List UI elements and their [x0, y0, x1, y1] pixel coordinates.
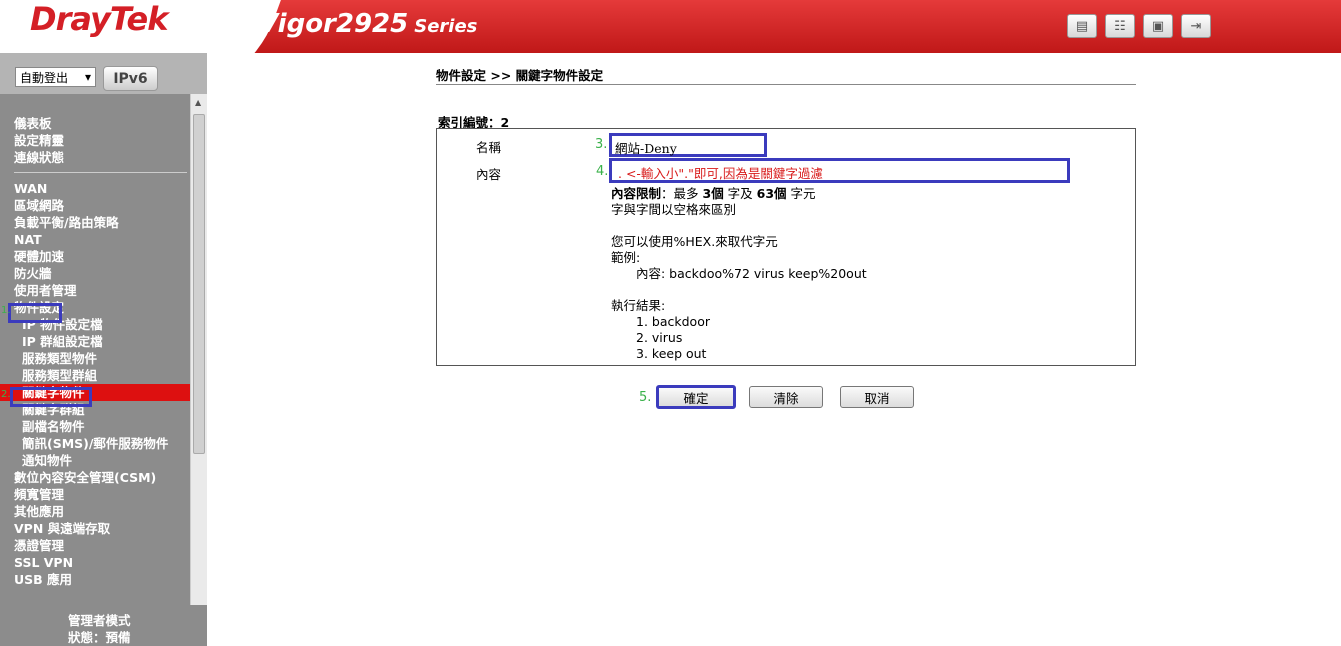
- content-label: 內容: [476, 167, 502, 182]
- step-4-label: 4.: [596, 164, 609, 179]
- product-series: Series: [414, 16, 478, 37]
- auto-logout-value: 自動登出: [20, 70, 69, 85]
- product-title: Vigor2925 Series: [258, 9, 477, 39]
- sidebar-item-g1-2[interactable]: 連線狀態: [0, 149, 190, 166]
- auto-logout-select[interactable]: 自動登出 ▾: [15, 67, 96, 87]
- status-label: 狀態：預備: [68, 630, 131, 645]
- sidebar-item-g2-0[interactable]: WAN: [0, 180, 190, 197]
- sidebar-menu: 儀表板 設定精靈 連線狀態 WAN 區域網路 負載平衡/路由策略 NAT 硬體加速 防火牆 使用者…: [0, 94, 190, 646]
- save-icon[interactable]: ▣: [1143, 14, 1173, 38]
- app-header: DrayTek Vigor2925 Series ▤ ☷ ▣ ⇥: [0, 0, 1341, 53]
- sidebar-item-g2-3[interactable]: NAT: [0, 231, 190, 248]
- sidebar-item-g2-11[interactable]: 服務類型群組: [0, 367, 190, 384]
- sidebar-footer: 管理者模式 狀態：預備: [0, 605, 207, 646]
- highlight-box-keyword-object: [10, 387, 92, 407]
- draytek-logo: DrayTek: [30, 0, 168, 38]
- name-label: 名稱: [476, 140, 502, 155]
- step-1-label: 1.: [1, 305, 11, 316]
- sidebar-topbar: 自動登出 ▾ IPv6: [0, 53, 207, 94]
- sidebar-item-g2-6[interactable]: 使用者管理: [0, 282, 190, 299]
- scrollbar-thumb[interactable]: [193, 114, 205, 454]
- sidebar-item-g2-2[interactable]: 負載平衡/路由策略: [0, 214, 190, 231]
- sidebar-item-g2-15[interactable]: 簡訊(SMS)/郵件服務物件: [0, 435, 190, 452]
- sidebar-item-g2-4[interactable]: 硬體加速: [0, 248, 190, 265]
- title-divider: [436, 84, 1136, 85]
- sidebar-item-g2-21[interactable]: 憑證管理: [0, 537, 190, 554]
- help-line-3: 您可以使用%HEX.來取代字元: [611, 234, 778, 249]
- sidebar-item-g2-16[interactable]: 通知物件: [0, 452, 190, 469]
- chevron-down-icon: ▾: [84, 70, 91, 84]
- logout-icon[interactable]: ⇥: [1181, 14, 1211, 38]
- highlight-box-object-settings: [8, 303, 62, 323]
- help-result-1: 1. backdoor: [636, 314, 710, 329]
- header-toolbar: ▤ ☷ ▣ ⇥: [1067, 14, 1211, 38]
- layout-icon[interactable]: ▤: [1067, 14, 1097, 38]
- sidebar-item-g2-5[interactable]: 防火牆: [0, 265, 190, 282]
- help-line-6: 執行結果:: [611, 298, 666, 313]
- sidebar-item-g2-20[interactable]: VPN 與遠端存取: [0, 520, 190, 537]
- ok-button[interactable]: 確定: [656, 385, 736, 409]
- content-help-text: 內容限制：最多 3個 字及 63個 字元 字與字間以空格來區別 您可以使用%HE…: [611, 186, 867, 362]
- product-name: Vigor2925: [258, 9, 409, 39]
- sidebar-item-g2-22[interactable]: SSL VPN: [0, 554, 190, 571]
- sidebar-scrollbar[interactable]: ▲ ▼: [190, 94, 207, 646]
- help-limit-line: 內容限制：最多 3個 字及 63個 字元: [611, 186, 816, 201]
- sidebar-item-g2-23[interactable]: USB 應用: [0, 571, 190, 588]
- menu-divider: [14, 172, 187, 173]
- step-2-label: 2.: [1, 389, 11, 400]
- sidebar-item-g2-17[interactable]: 數位內容安全管理(CSM): [0, 469, 190, 486]
- scroll-up-icon[interactable]: ▲: [195, 98, 201, 107]
- help-result-3: 3. keep out: [636, 346, 707, 361]
- help-line-2: 字與字間以空格來區別: [611, 202, 737, 217]
- breadcrumb: 物件設定 >> 關鍵字物件設定: [436, 68, 604, 83]
- sidebar-item-g2-1[interactable]: 區域網路: [0, 197, 190, 214]
- help-result-2: 2. virus: [636, 330, 683, 345]
- main-content: 物件設定 >> 關鍵字物件設定 索引編號：2 名稱 內容 3. 4. 網站-De…: [207, 53, 1341, 646]
- help-line-5: 內容: backdoo%72 virus keep%20out: [636, 266, 867, 281]
- content-field[interactable]: . <-輸入小"."即可,因為是關鍵字過濾: [609, 158, 1070, 183]
- sidebar-item-g1-1[interactable]: 設定精靈: [0, 132, 190, 149]
- ipv6-button[interactable]: IPv6: [103, 66, 158, 91]
- sidebar-item-g2-19[interactable]: 其他應用: [0, 503, 190, 520]
- sidebar-item-g2-14[interactable]: 副檔名物件: [0, 418, 190, 435]
- sidebar-item-g2-18[interactable]: 頻寬管理: [0, 486, 190, 503]
- help-line-4: 範例:: [611, 250, 641, 265]
- step-3-label: 3.: [595, 137, 608, 152]
- clear-button[interactable]: 清除: [749, 386, 823, 408]
- sidebar: 自動登出 ▾ IPv6 儀表板 設定精靈 連線狀態 WAN 區域網路 負載平衡/路由策略 N…: [0, 53, 207, 646]
- step-5-label: 5.: [639, 390, 652, 405]
- sidebar-item-g2-9[interactable]: IP 群組設定檔: [0, 333, 190, 350]
- cancel-button[interactable]: 取消: [840, 386, 914, 408]
- sidebar-item-g2-10[interactable]: 服務類型物件: [0, 350, 190, 367]
- sliders-icon[interactable]: ☷: [1105, 14, 1135, 38]
- sidebar-item-g1-0[interactable]: 儀表板: [0, 115, 190, 132]
- name-field[interactable]: 網站-Deny: [609, 133, 767, 157]
